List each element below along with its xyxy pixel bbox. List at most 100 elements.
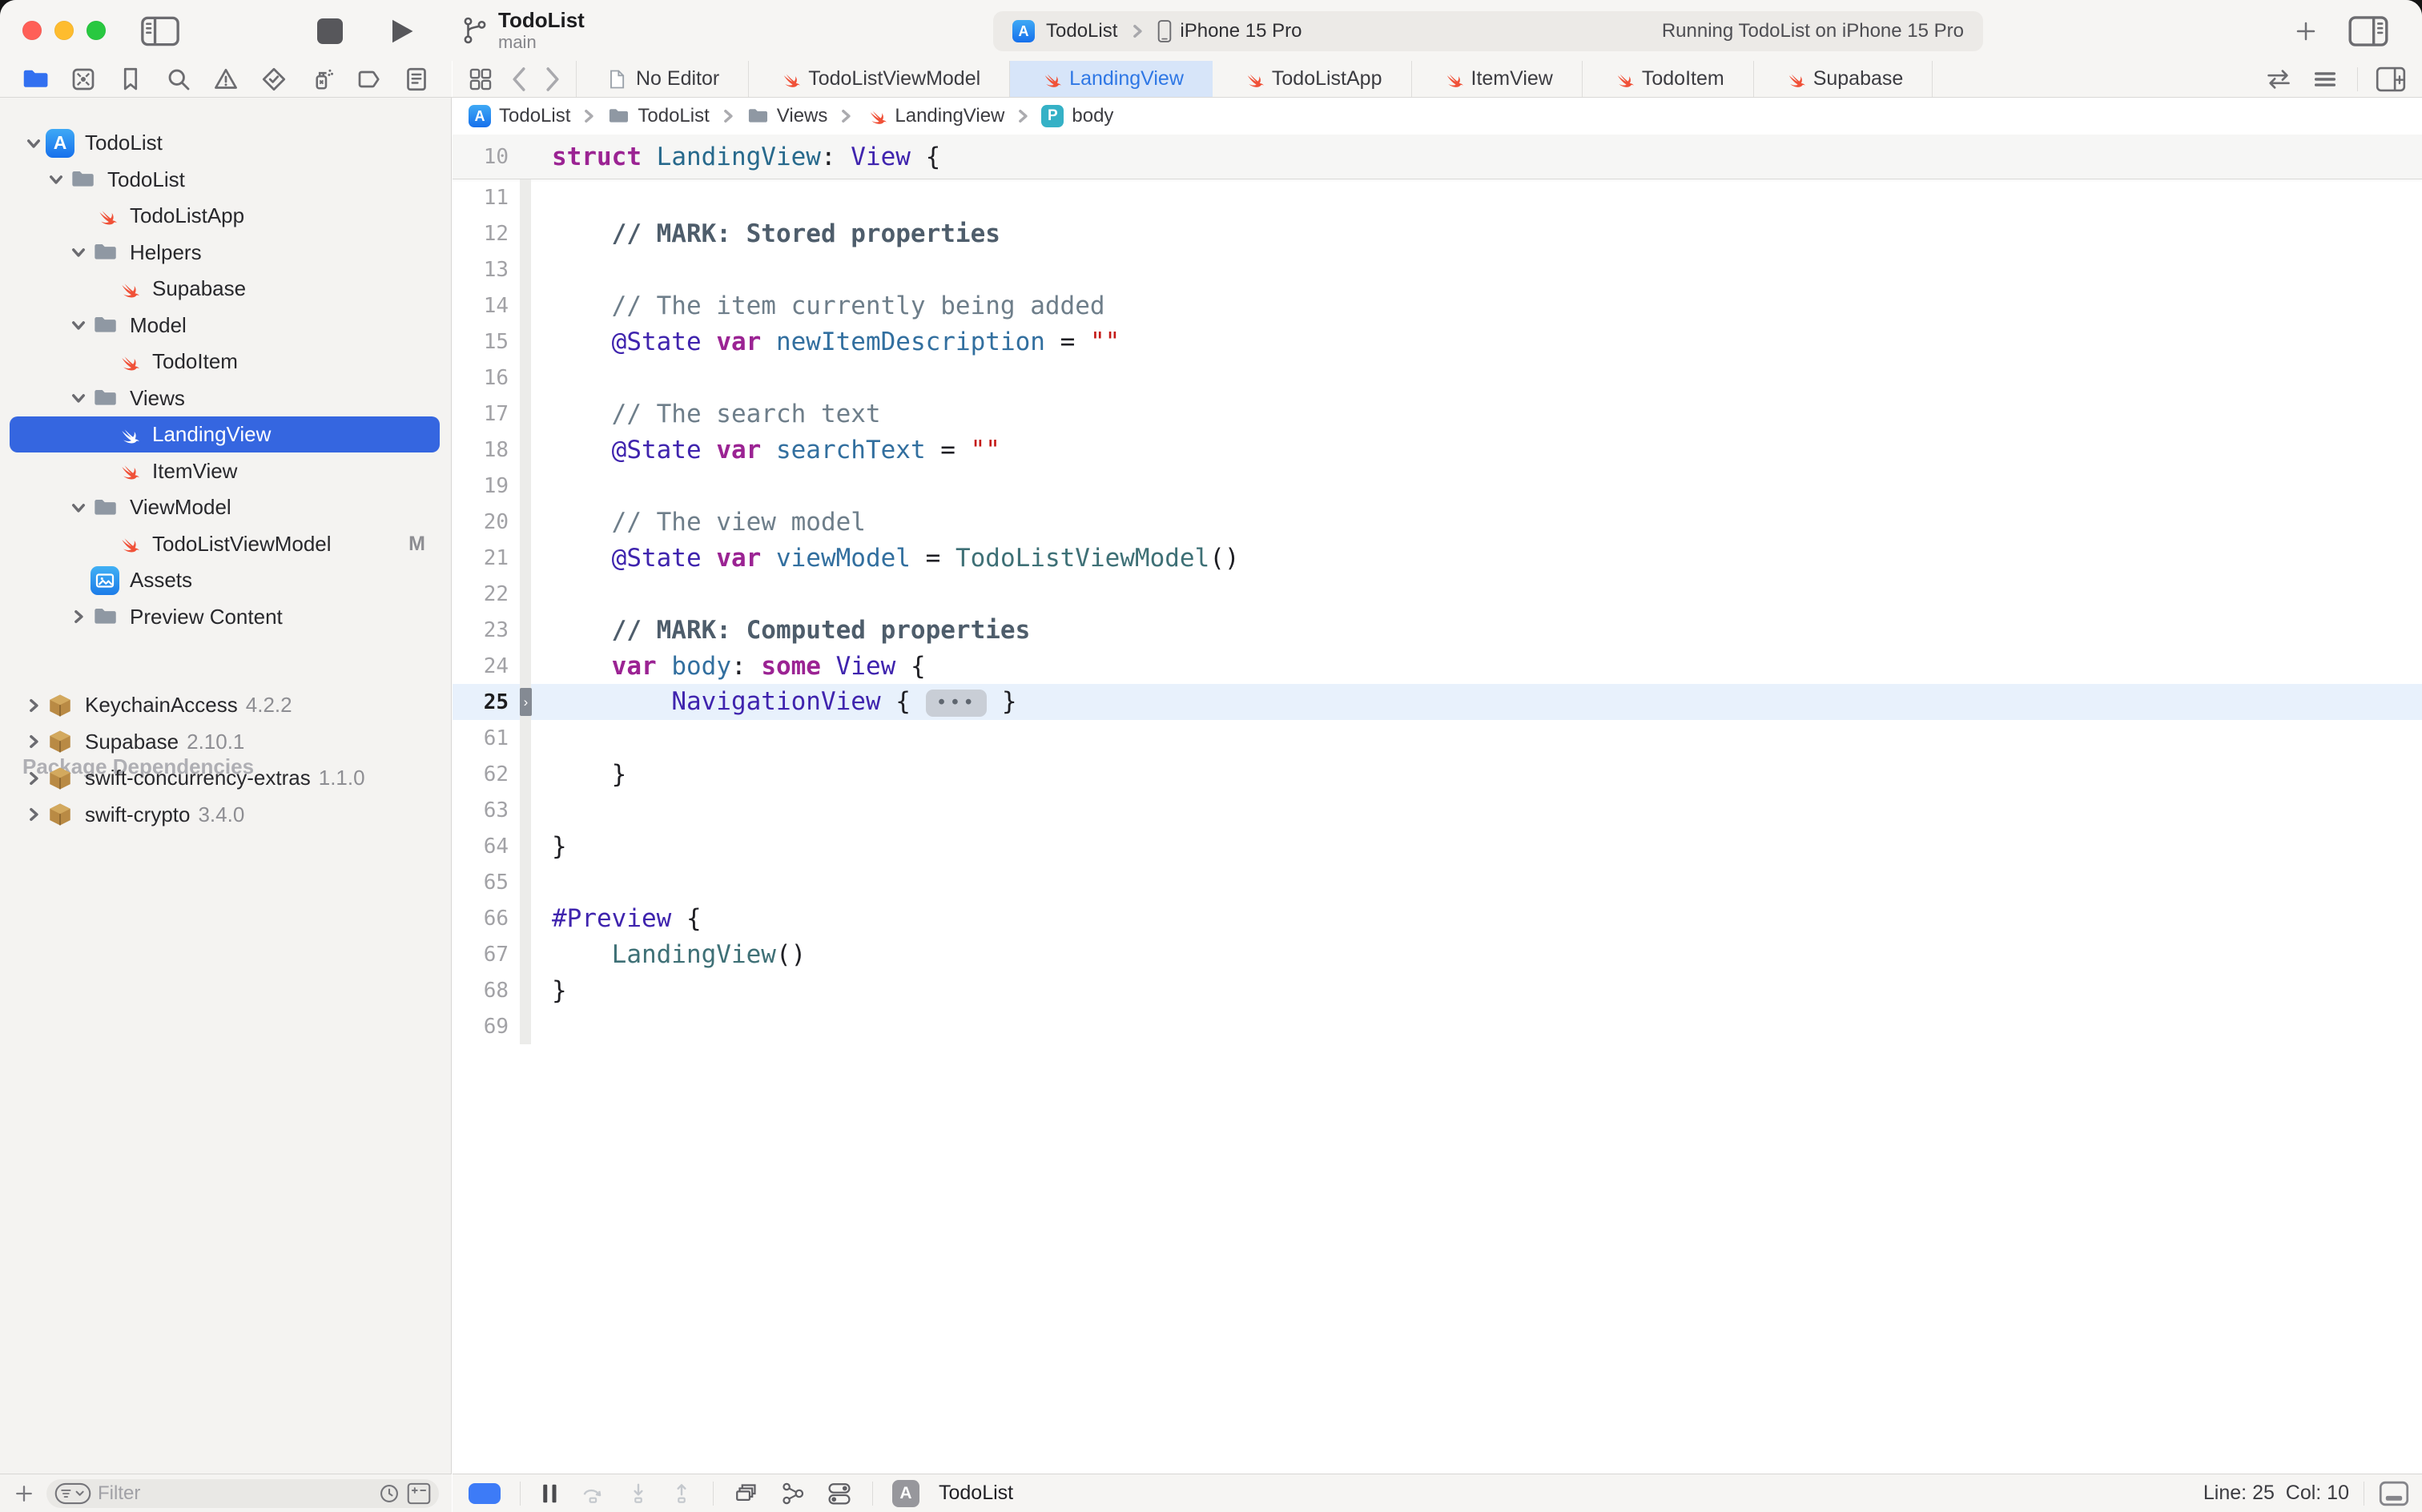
chevron-down-icon[interactable] xyxy=(67,316,90,334)
tab-landingview[interactable]: LandingView xyxy=(1010,61,1213,97)
sidebar-item-model[interactable]: Model xyxy=(10,308,440,344)
code-line-25[interactable]: 25› NavigationView { ••• } xyxy=(453,684,2422,720)
fold-ribbon[interactable] xyxy=(520,936,531,972)
forward-chevron-icon[interactable] xyxy=(544,66,561,92)
line-number[interactable]: 68 xyxy=(453,979,520,1003)
breadcrumb-item-views[interactable]: Views xyxy=(746,105,828,127)
filter-field[interactable] xyxy=(46,1479,439,1508)
fold-ribbon[interactable] xyxy=(520,179,531,215)
code-line-63[interactable]: 63 xyxy=(453,792,2422,828)
step-over-icon[interactable] xyxy=(580,1482,607,1506)
sidebar-item-landingview[interactable]: LandingView xyxy=(10,416,440,452)
source-control-summary[interactable]: TodoList main xyxy=(461,8,585,53)
fold-ribbon[interactable] xyxy=(520,972,531,1008)
chevron-down-icon[interactable] xyxy=(67,243,90,261)
code-editor[interactable]: 10 struct LandingView: View { 1112 // MA… xyxy=(453,135,2422,1474)
filter-input[interactable] xyxy=(98,1482,372,1505)
fold-ribbon[interactable] xyxy=(520,792,531,828)
code-line-61[interactable]: 61 xyxy=(453,720,2422,756)
editor-layout-icon[interactable] xyxy=(2379,1481,2409,1506)
fold-ribbon[interactable] xyxy=(520,215,531,251)
find-navigator-icon[interactable] xyxy=(164,65,193,94)
scheme-device[interactable]: iPhone 15 Pro xyxy=(1180,20,1302,42)
fold-ribbon[interactable] xyxy=(520,828,531,864)
fold-ribbon[interactable] xyxy=(520,432,531,468)
step-into-icon[interactable] xyxy=(626,1482,650,1506)
code-line-14[interactable]: 14 // The item currently being added xyxy=(453,288,2422,324)
swap-editors-icon[interactable] xyxy=(2264,66,2293,93)
fold-ribbon[interactable] xyxy=(520,864,531,900)
code-line-24[interactable]: 24 var body: some View { xyxy=(453,648,2422,684)
view-hierarchy-icon[interactable] xyxy=(733,1480,760,1507)
fold-ribbon[interactable] xyxy=(520,468,531,504)
line-number[interactable]: 24 xyxy=(453,654,520,678)
fold-disclosure-icon[interactable]: › xyxy=(520,688,532,716)
code-line-65[interactable]: 65 xyxy=(453,864,2422,900)
code-line-text[interactable]: @State var searchText = "" xyxy=(552,436,1000,464)
reports-navigator-icon[interactable] xyxy=(402,65,431,94)
package-item-swift-crypto[interactable]: swift-crypto3.4.0 xyxy=(10,797,440,833)
code-line-12[interactable]: 12 // MARK: Stored properties xyxy=(453,215,2422,251)
code-line-11[interactable]: 11 xyxy=(453,179,2422,215)
code-line-text[interactable]: @State var newItemDescription = "" xyxy=(552,328,1120,356)
scheme-target[interactable]: TodoList xyxy=(1046,20,1117,42)
line-number[interactable]: 67 xyxy=(453,943,520,967)
sidebar-item-itemview[interactable]: ItemView xyxy=(10,453,440,489)
tab-todoitem[interactable]: TodoItem xyxy=(1583,61,1754,97)
recents-clock-icon[interactable] xyxy=(378,1482,400,1505)
code-line-18[interactable]: 18 @State var searchText = "" xyxy=(453,432,2422,468)
fold-ribbon[interactable] xyxy=(520,720,531,756)
fold-ribbon[interactable] xyxy=(520,900,531,936)
package-item-swift-concurrency-extras[interactable]: swift-concurrency-extras1.1.0 xyxy=(10,760,440,796)
project-navigator-icon[interactable] xyxy=(21,65,50,94)
scheme-selector[interactable]: A TodoList iPhone 15 Pro Running TodoLis… xyxy=(993,11,1983,51)
tab-itemview[interactable]: ItemView xyxy=(1412,61,1583,97)
breadcrumb-item-body[interactable]: Pbody xyxy=(1041,105,1113,127)
chevron-right-icon[interactable] xyxy=(67,608,90,625)
tests-navigator-icon[interactable] xyxy=(260,65,288,94)
line-number[interactable]: 22 xyxy=(453,582,520,606)
stop-button[interactable] xyxy=(317,18,343,44)
chevron-right-icon[interactable] xyxy=(22,733,45,750)
line-number[interactable]: 61 xyxy=(453,726,520,750)
line-number[interactable]: 63 xyxy=(453,798,520,822)
code-line-text[interactable]: var body: some View { xyxy=(552,652,926,681)
code-line-text[interactable]: NavigationView { ••• } xyxy=(552,687,1016,717)
code-line-text[interactable]: } xyxy=(552,832,567,861)
editor-options-icon[interactable] xyxy=(2311,66,2340,93)
package-item-keychainaccess[interactable]: KeychainAccess4.2.2 xyxy=(10,687,440,723)
code-line-67[interactable]: 67 LandingView() xyxy=(453,936,2422,972)
environment-overrides-icon[interactable] xyxy=(826,1480,853,1507)
line-number[interactable]: 13 xyxy=(453,258,520,282)
code-fold-pill[interactable]: ••• xyxy=(926,690,988,717)
code-line-text[interactable]: LandingView() xyxy=(552,940,806,969)
line-number[interactable]: 64 xyxy=(453,834,520,859)
sidebar-item-assets[interactable]: Assets xyxy=(10,562,440,598)
chevron-down-icon[interactable] xyxy=(22,135,45,152)
fold-ribbon[interactable] xyxy=(520,576,531,612)
line-number[interactable]: 11 xyxy=(453,186,520,210)
close-window-button[interactable] xyxy=(22,21,42,40)
sidebar-item-todoitem[interactable]: TodoItem xyxy=(10,344,440,380)
code-line-19[interactable]: 19 xyxy=(453,468,2422,504)
line-number[interactable]: 15 xyxy=(453,330,520,354)
tab-supabase[interactable]: Supabase xyxy=(1754,61,1933,97)
line-number[interactable]: 62 xyxy=(453,762,520,786)
filter-menu-icon[interactable] xyxy=(54,1482,91,1505)
breadcrumb-item-todolist[interactable]: TodoList xyxy=(607,105,709,127)
fold-ribbon[interactable] xyxy=(520,540,531,576)
line-number[interactable]: 12 xyxy=(453,222,520,246)
sidebar-item-todolistviewmodel[interactable]: TodoListViewModelM xyxy=(10,526,440,562)
code-line-22[interactable]: 22 xyxy=(453,576,2422,612)
sidebar-item-supabase[interactable]: Supabase xyxy=(10,271,440,307)
chevron-down-icon[interactable] xyxy=(45,171,67,188)
fold-ribbon[interactable]: › xyxy=(520,684,531,720)
fold-ribbon[interactable] xyxy=(520,756,531,792)
code-line-13[interactable]: 13 xyxy=(453,251,2422,288)
chevron-right-icon[interactable] xyxy=(22,806,45,823)
line-number[interactable]: 23 xyxy=(453,618,520,642)
line-number[interactable]: 17 xyxy=(453,402,520,426)
chevron-down-icon[interactable] xyxy=(67,499,90,517)
chevron-down-icon[interactable] xyxy=(67,389,90,407)
line-number[interactable]: 16 xyxy=(453,366,520,390)
